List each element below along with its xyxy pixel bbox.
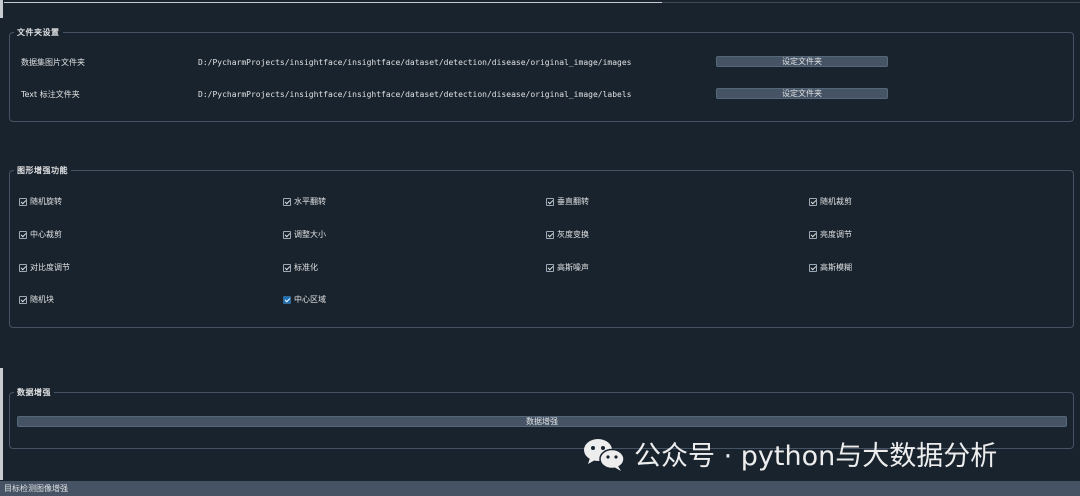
checkbox-center-crop[interactable]: 中心裁剪 (19, 229, 62, 240)
status-bar: 目标检测图像增强 (0, 481, 1080, 496)
folder-settings-title: 文件夹设置 (14, 27, 63, 38)
checkbox-contrast[interactable]: 对比度调节 (19, 262, 70, 273)
checkbox-label: 随机块 (30, 295, 54, 304)
checkbox-gaussian-noise[interactable]: 高斯噪声 (546, 262, 589, 273)
checkbox-vertical-flip[interactable]: 垂直翻转 (546, 196, 589, 207)
checkbox-indicator[interactable] (546, 263, 554, 272)
checkbox-normalize[interactable]: 标准化 (283, 262, 318, 273)
checkbox-label: 高斯噪声 (557, 263, 589, 272)
checkbox-label: 随机裁剪 (820, 197, 852, 206)
checkbox-label: 高斯模糊 (820, 263, 852, 272)
checkbox-indicator[interactable] (283, 230, 291, 239)
checkbox-label: 随机旋转 (30, 197, 62, 206)
labels-folder-label: Text 标注文件夹 (21, 90, 80, 99)
left-edge-marker-lower (0, 368, 3, 480)
checkbox-indicator[interactable] (19, 230, 27, 239)
checkbox-center-region[interactable]: 中心区域 (283, 294, 326, 305)
checkbox-indicator[interactable] (809, 230, 817, 239)
checkbox-indicator[interactable] (546, 230, 554, 239)
labels-folder-path: D:/PycharmProjects/insightface/insightfa… (198, 90, 632, 99)
checkbox-indicator[interactable] (283, 197, 291, 206)
augment-functions-group: 图形增强功能 随机旋转 水平翻转 垂直翻转 随机裁剪 中心裁剪 调整大小 灰度变… (9, 165, 1074, 328)
checkbox-indicator[interactable] (809, 263, 817, 272)
checkbox-indicator[interactable] (19, 295, 27, 304)
data-augment-button[interactable]: 数据增强 (17, 416, 1067, 427)
checkbox-label: 垂直翻转 (557, 197, 589, 206)
watermark: 公众号 · python与大数据分析 (582, 434, 997, 473)
wechat-icon (582, 436, 626, 472)
checkbox-horizontal-flip[interactable]: 水平翻转 (283, 196, 326, 207)
checkbox-brightness[interactable]: 亮度调节 (809, 229, 852, 240)
checkbox-indicator[interactable] (283, 295, 291, 304)
checkbox-label: 中心裁剪 (30, 230, 62, 239)
checkbox-gaussian-blur[interactable]: 高斯模糊 (809, 262, 852, 273)
checkbox-indicator[interactable] (19, 263, 27, 272)
images-folder-label: 数据集图片文件夹 (21, 58, 85, 67)
window-top-line-right (662, 2, 1080, 3)
checkbox-label: 对比度调节 (30, 263, 70, 272)
set-images-folder-button[interactable]: 设定文件夹 (716, 56, 888, 67)
checkbox-indicator[interactable] (809, 197, 817, 206)
checkbox-indicator[interactable] (546, 197, 554, 206)
checkbox-resize[interactable]: 调整大小 (283, 229, 326, 240)
checkbox-label: 调整大小 (294, 230, 326, 239)
left-edge-marker (0, 0, 3, 18)
checkbox-label: 标准化 (294, 263, 318, 272)
augment-functions-title: 图形增强功能 (14, 165, 71, 176)
checkbox-random-rotate[interactable]: 随机旋转 (19, 196, 62, 207)
window-top-line (4, 2, 662, 3)
folder-settings-group: 文件夹设置 数据集图片文件夹 D:/PycharmProjects/insigh… (9, 27, 1074, 122)
images-folder-path: D:/PycharmProjects/insightface/insightfa… (198, 58, 632, 67)
checkbox-random-block[interactable]: 随机块 (19, 294, 54, 305)
checkbox-label: 灰度变换 (557, 230, 589, 239)
status-bar-text: 目标检测图像增强 (4, 484, 68, 493)
data-augment-title: 数据增强 (14, 387, 54, 398)
checkbox-indicator[interactable] (19, 197, 27, 206)
watermark-text: 公众号 · python与大数据分析 (634, 441, 998, 472)
set-labels-folder-button[interactable]: 设定文件夹 (716, 88, 888, 99)
checkbox-label: 水平翻转 (294, 197, 326, 206)
checkbox-random-crop[interactable]: 随机裁剪 (809, 196, 852, 207)
checkbox-label: 中心区域 (294, 295, 326, 304)
checkbox-label: 亮度调节 (820, 230, 852, 239)
checkbox-indicator[interactable] (283, 263, 291, 272)
checkbox-grayscale[interactable]: 灰度变换 (546, 229, 589, 240)
